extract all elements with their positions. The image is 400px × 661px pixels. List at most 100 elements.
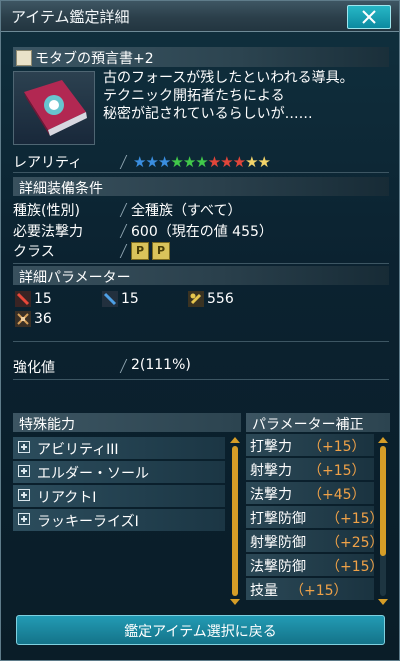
tech-requirement-value: 600（現在の値 455） bbox=[131, 224, 273, 240]
special-abilities-panel: 特殊能力 アビリティIII エルダー・ソール リアクトI ラッキーライズI bbox=[13, 413, 241, 607]
bonus-name: 射撃防御 bbox=[250, 535, 306, 551]
ability-item[interactable]: アビリティIII bbox=[13, 437, 225, 459]
ability-label: アビリティIII bbox=[37, 442, 119, 458]
divider bbox=[13, 379, 389, 380]
divider bbox=[119, 224, 128, 238]
bonus-value: （+15） bbox=[326, 559, 384, 575]
scroll-up-icon[interactable] bbox=[378, 437, 388, 443]
bonus-row: 技量 （+15） bbox=[246, 578, 374, 600]
divider bbox=[13, 341, 389, 342]
parameter-bonus-header: パラメーター補正 bbox=[246, 413, 390, 433]
bonus-row: 射撃力 （+15） bbox=[246, 458, 374, 480]
bonus-row: 射撃防御 （+25） bbox=[246, 530, 384, 552]
bonus-name: 技量 bbox=[250, 583, 278, 599]
bonus-value: （+45） bbox=[308, 487, 366, 503]
window-title: アイテム鑑定詳細 bbox=[11, 8, 130, 26]
divider bbox=[13, 172, 389, 173]
tech-requirement-label: 必要法撃力 bbox=[13, 224, 83, 240]
expand-icon bbox=[18, 489, 30, 501]
bonus-name: 射撃力 bbox=[250, 463, 292, 479]
ability-item[interactable]: リアクトI bbox=[13, 485, 225, 507]
rarity-stars: ★★★★★★★★★★★ bbox=[133, 153, 271, 171]
rarity-star-icon: ★ bbox=[257, 153, 271, 171]
item-thumbnail bbox=[13, 71, 95, 145]
bonus-value: （+25） bbox=[326, 535, 384, 551]
dexterity-value: 36 bbox=[34, 311, 52, 327]
ability-label: ラッキーライズI bbox=[37, 514, 139, 530]
special-abilities-header-label: 特殊能力 bbox=[19, 417, 75, 433]
tech-attack-icon bbox=[188, 291, 204, 307]
race-label: 種族(性別) bbox=[13, 203, 80, 219]
abilities-scrollbar[interactable] bbox=[232, 446, 238, 596]
class-icon: P bbox=[131, 242, 149, 260]
class-label: クラス bbox=[13, 244, 55, 260]
bonus-value: （+15） bbox=[308, 463, 366, 479]
description-line: 古のフォースが残したといわれる導具。 bbox=[103, 70, 354, 86]
requirements-header: 詳細装備条件 bbox=[13, 177, 389, 197]
back-to-selection-button[interactable]: 鑑定アイテム選択に戻る bbox=[16, 615, 385, 645]
ability-label: エルダー・ソール bbox=[37, 466, 149, 482]
rarity-star-icon: ★ bbox=[207, 153, 221, 171]
rarity-label: レアリティ bbox=[13, 155, 83, 171]
scrollbar-thumb[interactable] bbox=[232, 446, 238, 596]
parameter-bonus-panel: パラメーター補正 打撃力 （+15） 射撃力 （+15） 法撃力 （+45） 打… bbox=[246, 413, 390, 607]
race-value: 全種族（すべて） bbox=[131, 203, 242, 219]
bonus-value: （+15） bbox=[326, 511, 384, 527]
grimoire-icon bbox=[24, 80, 87, 136]
scroll-up-icon[interactable] bbox=[230, 437, 240, 443]
item-name-bar: モタブの預言書+2 bbox=[13, 47, 389, 67]
close-button[interactable] bbox=[347, 5, 391, 29]
divider bbox=[119, 203, 128, 217]
rarity-star-icon: ★ bbox=[182, 153, 196, 171]
ability-item[interactable]: エルダー・ソール bbox=[13, 461, 225, 483]
melee-attack-value: 15 bbox=[34, 291, 52, 307]
rarity-star-icon: ★ bbox=[220, 153, 233, 171]
melee-attack-icon bbox=[15, 291, 31, 307]
bonus-scrollbar[interactable] bbox=[380, 446, 386, 596]
expand-icon bbox=[18, 441, 30, 453]
requirements-header-label: 詳細装備条件 bbox=[19, 181, 103, 197]
scrollbar-thumb[interactable] bbox=[380, 446, 386, 556]
parameters-header: 詳細パラメーター bbox=[13, 266, 389, 286]
bonus-row: 法撃力 （+45） bbox=[246, 482, 374, 504]
rarity-star-icon: ★ bbox=[133, 153, 146, 171]
rarity-star-icon: ★ bbox=[145, 153, 158, 171]
expand-icon bbox=[18, 513, 30, 525]
bonus-name: 法撃防御 bbox=[250, 559, 306, 575]
bonus-value: （+15） bbox=[308, 439, 366, 455]
bonus-row: 打撃力 （+15） bbox=[246, 434, 374, 456]
dexterity-icon bbox=[15, 311, 31, 327]
divider bbox=[119, 359, 128, 373]
tech-attack-value: 556 bbox=[207, 291, 234, 307]
ability-label: リアクトI bbox=[37, 490, 97, 506]
bonus-value: （+15） bbox=[290, 583, 348, 599]
ranged-attack-icon bbox=[102, 291, 118, 307]
ability-item[interactable]: ラッキーライズI bbox=[13, 509, 225, 531]
description-line: テクニック開拓者たちによる bbox=[103, 88, 285, 104]
bonus-name: 打撃防御 bbox=[250, 511, 306, 527]
bonus-row: 打撃防御 （+15） bbox=[246, 506, 384, 528]
grind-value: 2(111%) bbox=[131, 357, 191, 373]
description-line: 秘密が記されているらしいが…… bbox=[103, 106, 313, 122]
item-description: 古のフォースが残したといわれる導具。 テクニック開拓者たちによる 秘密が記されて… bbox=[103, 69, 393, 123]
divider bbox=[119, 155, 128, 169]
bonus-name: 法撃力 bbox=[250, 487, 292, 503]
back-button-label: 鑑定アイテム選択に戻る bbox=[124, 624, 277, 640]
expand-icon bbox=[18, 465, 30, 477]
item-name: モタブの預言書+2 bbox=[35, 51, 154, 67]
parameters-header-label: 詳細パラメーター bbox=[19, 270, 131, 286]
scroll-down-icon[interactable] bbox=[378, 599, 388, 605]
bonus-row: 法撃防御 （+15） bbox=[246, 554, 384, 576]
class-icon: P bbox=[152, 242, 170, 260]
ranged-attack-value: 15 bbox=[121, 291, 139, 307]
rarity-star-icon: ★ bbox=[170, 153, 183, 171]
bonus-name: 打撃力 bbox=[250, 439, 292, 455]
item-appraisal-window: アイテム鑑定詳細 モタブの預言書+2 古のフォースが残したといわれる導具。 テク… bbox=[0, 0, 400, 661]
divider bbox=[13, 263, 389, 264]
rarity-star-icon: ★ bbox=[232, 153, 246, 171]
rod-icon bbox=[16, 50, 32, 66]
scroll-down-icon[interactable] bbox=[230, 599, 240, 605]
divider bbox=[119, 244, 128, 258]
title-bar: アイテム鑑定詳細 bbox=[1, 1, 399, 32]
rarity-star-icon: ★ bbox=[157, 153, 171, 171]
